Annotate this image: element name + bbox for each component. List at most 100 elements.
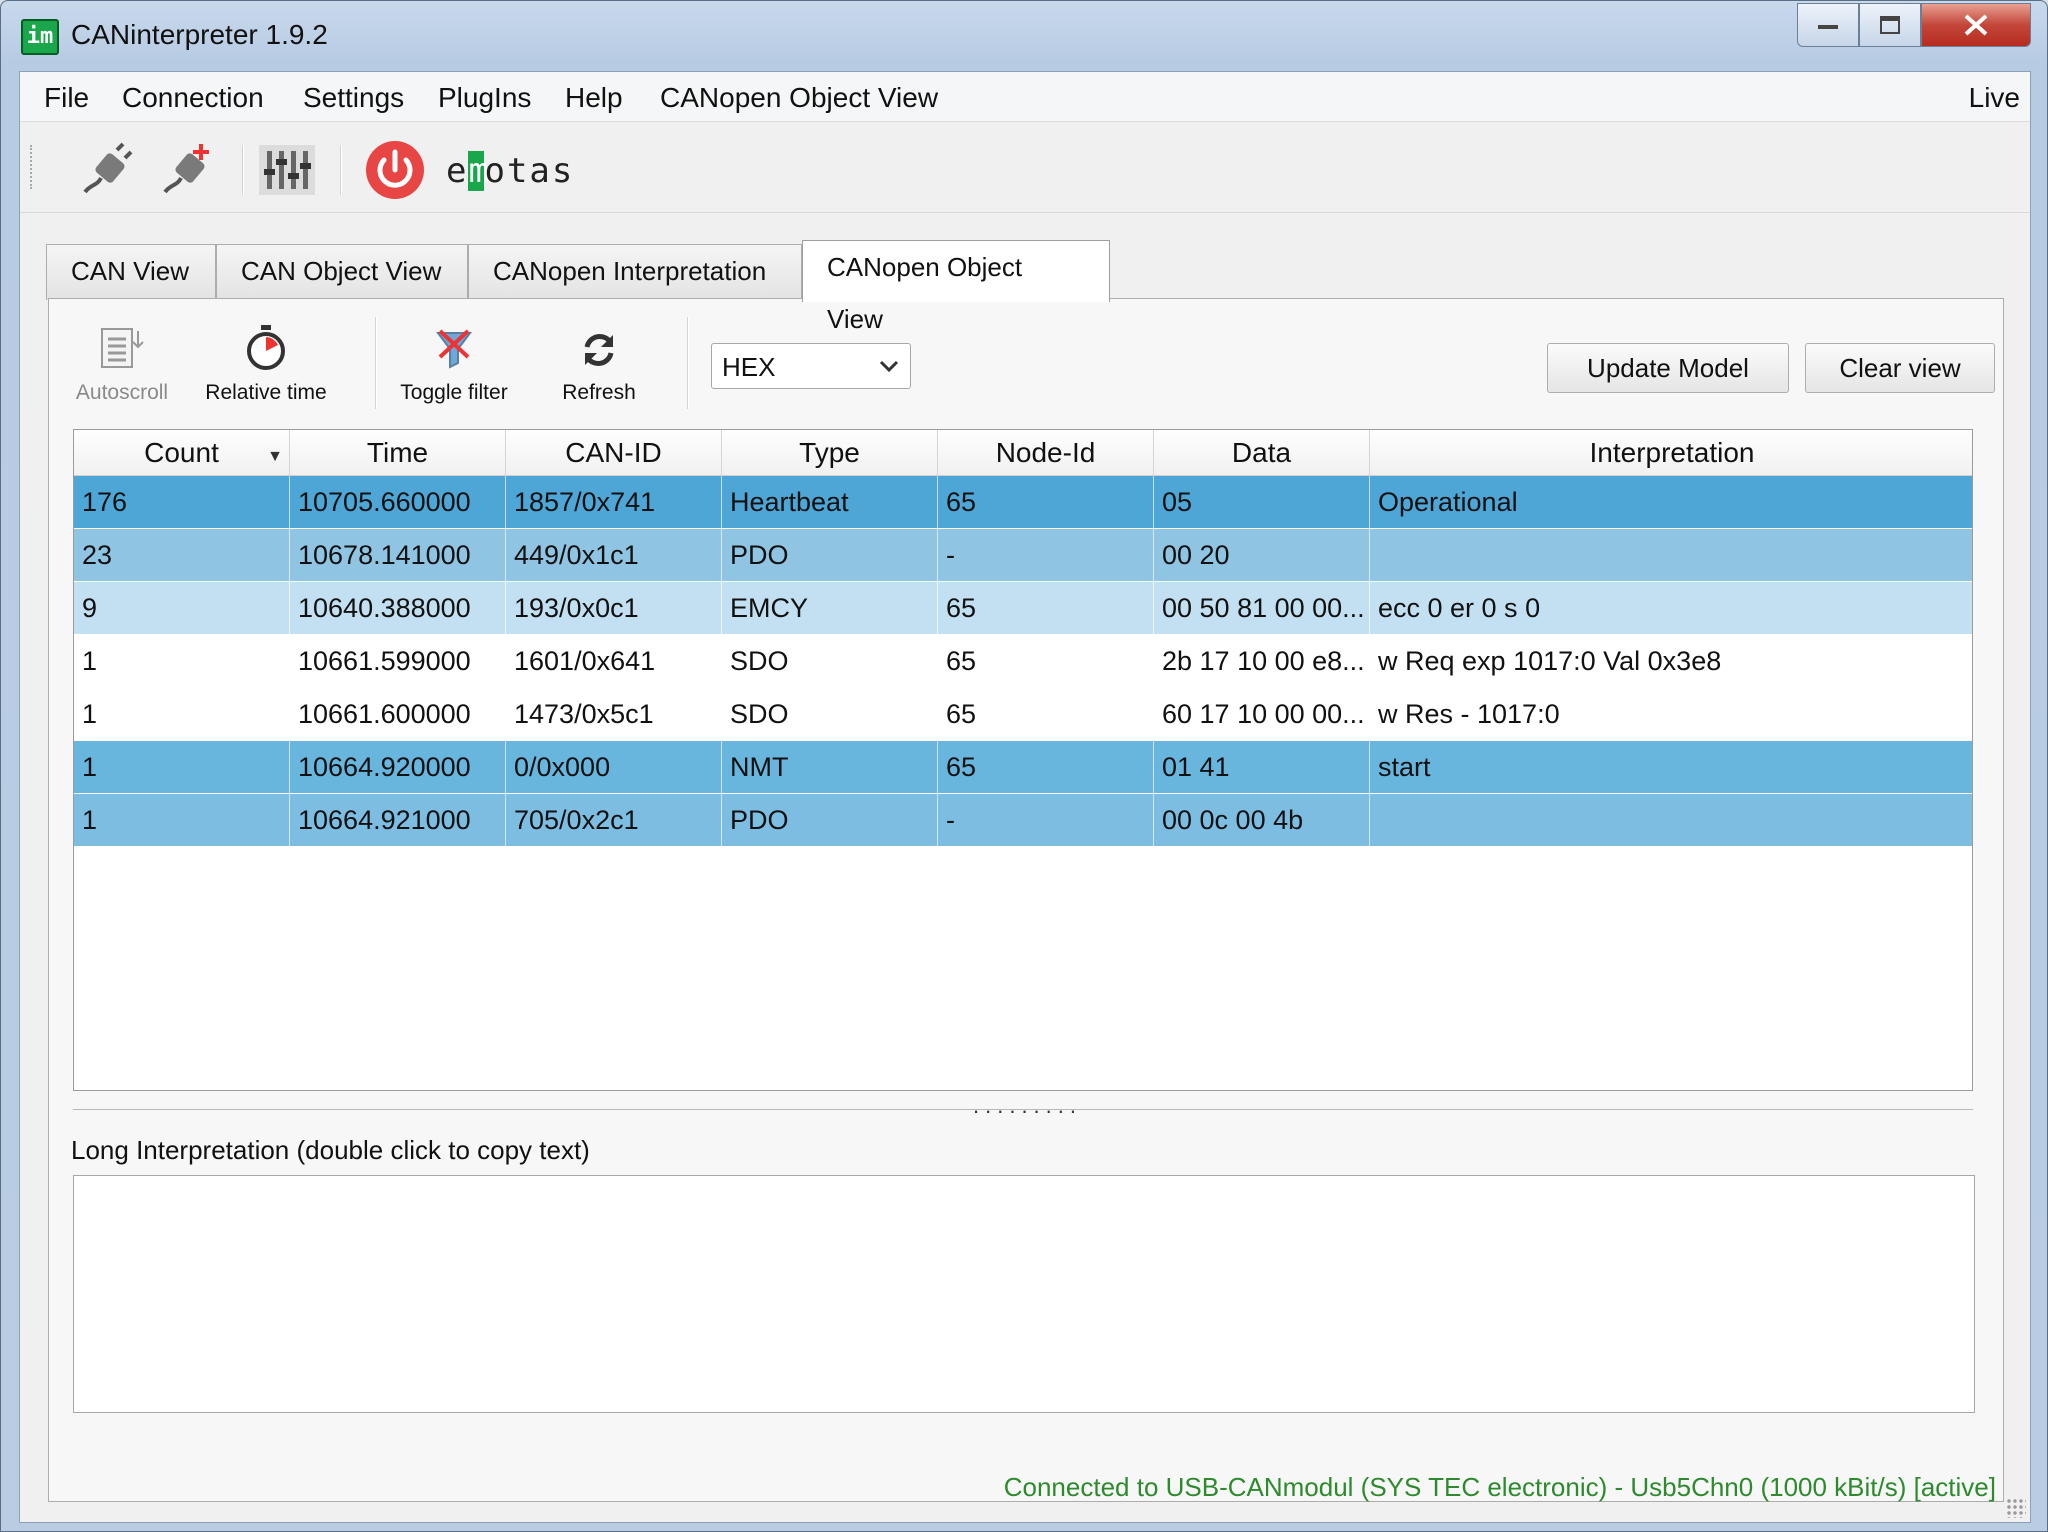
column-header-type[interactable]: Type (722, 430, 938, 476)
autoscroll-button[interactable]: Autoscroll (63, 321, 181, 405)
column-header-interpretation[interactable]: Interpretation (1370, 430, 1972, 476)
table-row[interactable]: 1 10664.920000 0/0x000 NMT 65 01 41 start (74, 741, 1972, 794)
cell-count: 23 (74, 529, 290, 582)
chevron-down-icon (878, 354, 900, 380)
plug-add-icon (163, 144, 209, 194)
menu-bar: File Connection Settings PlugIns Help CA… (20, 72, 2030, 122)
splitter-handle[interactable]: ......... (73, 1093, 1973, 1118)
refresh-button[interactable]: Refresh (549, 321, 649, 405)
cell-node-id: - (938, 794, 1154, 847)
app-logo: im (21, 19, 59, 55)
table-row[interactable]: 1 10661.599000 1601/0x641 SDO 65 2b 17 10 00 … (74, 635, 1972, 688)
connect-button[interactable] (76, 139, 138, 201)
menu-connection[interactable]: Connection (122, 82, 264, 114)
table-header: Count ▼ Time CAN-ID Type Node-Id Data In… (74, 430, 1972, 476)
cell-count: 1 (74, 688, 290, 741)
object-table: Count ▼ Time CAN-ID Type Node-Id Data In… (73, 429, 1973, 1091)
resize-grip[interactable] (2006, 1498, 2026, 1518)
format-select[interactable]: HEX (711, 343, 911, 389)
long-interpretation-text[interactable] (73, 1175, 1975, 1413)
menu-settings[interactable]: Settings (303, 82, 404, 114)
update-model-button[interactable]: Update Model (1547, 343, 1789, 393)
toolbar-separator (340, 145, 342, 195)
cell-interpretation (1370, 529, 1972, 582)
cell-data: 00 0c 00 4b (1154, 794, 1370, 847)
cell-type: PDO (722, 529, 938, 582)
panel-separator (687, 317, 689, 409)
cell-interpretation: w Req exp 1017:0 Val 0x3e8 (1370, 635, 1972, 688)
column-header-data[interactable]: Data (1154, 430, 1370, 476)
cell-type: SDO (722, 635, 938, 688)
cell-type: NMT (722, 741, 938, 794)
filter-icon (436, 329, 472, 369)
menu-plugins[interactable]: PlugIns (438, 82, 531, 114)
emotas-logo-suffix: otas (484, 151, 575, 191)
app-window: im CANinterpreter 1.9.2 File Connection … (0, 0, 2048, 1532)
cell-node-id: 65 (938, 582, 1154, 635)
cell-data: 60 17 10 00 00... (1154, 688, 1370, 741)
close-icon (1964, 14, 1988, 36)
power-icon (366, 141, 424, 199)
emotas-logo: emotas (446, 151, 574, 191)
table-row[interactable]: 1 10664.921000 705/0x2c1 PDO -00 0c 00 4b (74, 794, 1972, 847)
toolbar-grip[interactable] (30, 145, 36, 189)
cell-node-id: 65 (938, 476, 1154, 529)
canopen-object-view-panel: Autoscroll Relative time Toggle filter R… (48, 298, 2004, 1502)
cell-type: Heartbeat (722, 476, 938, 529)
connect-new-button[interactable] (156, 139, 218, 201)
sliders-icon (259, 145, 315, 195)
cell-node-id: - (938, 529, 1154, 582)
cell-data: 05 (1154, 476, 1370, 529)
plug-icon (83, 142, 133, 194)
clear-view-button[interactable]: Clear view (1805, 343, 1995, 393)
column-header-node-id[interactable]: Node-Id (938, 430, 1154, 476)
cell-can-id: 1601/0x641 (506, 635, 722, 688)
cell-time: 10640.388000 (290, 582, 506, 635)
menu-canopen-object-view[interactable]: CANopen Object View (660, 82, 938, 114)
cell-can-id: 193/0x0c1 (506, 582, 722, 635)
column-header-time[interactable]: Time (290, 430, 506, 476)
menu-help[interactable]: Help (565, 82, 623, 114)
toolbar-separator (242, 145, 244, 195)
title-bar[interactable]: im CANinterpreter 1.9.2 (1, 1, 2047, 71)
stopwatch-icon (247, 325, 285, 370)
cell-time: 10705.660000 (290, 476, 506, 529)
maximize-button[interactable] (1859, 3, 1921, 47)
relative-time-button[interactable]: Relative time (191, 321, 341, 405)
cell-count: 9 (74, 582, 290, 635)
menu-file[interactable]: File (44, 82, 89, 114)
settings-mixer-button[interactable] (256, 139, 318, 201)
cell-count: 1 (74, 635, 290, 688)
maximize-icon (1880, 16, 1900, 34)
table-row[interactable]: 23 10678.141000 449/0x1c1 PDO -00 20 (74, 529, 1972, 582)
column-header-can-id[interactable]: CAN-ID (506, 430, 722, 476)
minimize-icon (1818, 25, 1838, 29)
cell-can-id: 1473/0x5c1 (506, 688, 722, 741)
emotas-logo-mark: m (468, 151, 491, 191)
cell-interpretation (1370, 794, 1972, 847)
window-controls (1797, 3, 2031, 47)
status-bar: Connected to USB-CANmodul (SYS TEC elect… (20, 1452, 2030, 1522)
relative-time-label: Relative time (205, 381, 327, 404)
toggle-filter-button[interactable]: Toggle filter (389, 321, 519, 405)
cell-can-id: 0/0x000 (506, 741, 722, 794)
refresh-icon (584, 334, 614, 366)
tab-canopen-object-view[interactable]: CANopen Object View (802, 240, 1110, 334)
table-row[interactable]: 1 10661.600000 1473/0x5c1 SDO 65 60 17 10 00 … (74, 688, 1972, 741)
tab-can-object-view[interactable]: CAN Object View (216, 244, 468, 300)
refresh-label: Refresh (562, 381, 636, 404)
cell-time: 10678.141000 (290, 529, 506, 582)
table-row[interactable]: 176 10705.660000 1857/0x741 Heartbeat 65 05 Op… (74, 476, 1972, 529)
live-indicator[interactable]: Live (1969, 82, 2020, 114)
cell-time: 10661.600000 (290, 688, 506, 741)
tab-can-view[interactable]: CAN View (46, 244, 216, 300)
cell-time: 10664.921000 (290, 794, 506, 847)
power-button[interactable] (364, 139, 426, 201)
table-row[interactable]: 9 10640.388000 193/0x0c1 EMCY 65 00 50 81 00 … (74, 582, 1972, 635)
minimize-button[interactable] (1797, 3, 1859, 47)
cell-node-id: 65 (938, 688, 1154, 741)
column-header-count[interactable]: Count ▼ (74, 430, 290, 476)
tab-canopen-interpretation[interactable]: CANopen Interpretation (468, 244, 802, 300)
close-button[interactable] (1921, 3, 2031, 47)
cell-type: PDO (722, 794, 938, 847)
